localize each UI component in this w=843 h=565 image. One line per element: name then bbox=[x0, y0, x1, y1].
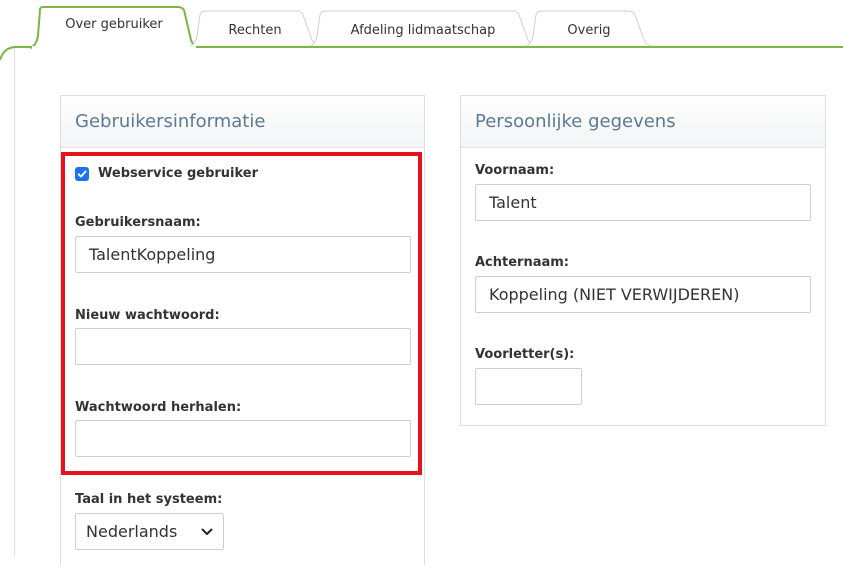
repeat-password-input[interactable] bbox=[75, 420, 411, 457]
webservice-user-row[interactable]: Webservice gebruiker bbox=[75, 166, 258, 181]
tab-afdeling-lidmaatschap-label: Afdeling lidmaatschap bbox=[350, 22, 496, 38]
tab-rechten-label: Rechten bbox=[228, 22, 282, 38]
initials-input[interactable] bbox=[475, 368, 582, 405]
webservice-user-checkbox[interactable] bbox=[75, 166, 89, 181]
last-name-label: Achternaam: bbox=[475, 255, 570, 270]
check-icon bbox=[77, 170, 87, 177]
tab-afdeling-lidmaatschap[interactable]: Afdeling lidmaatschap bbox=[309, 10, 537, 48]
tab-over-gebruiker[interactable]: Over gebruiker bbox=[29, 6, 199, 50]
tab-over-gebruiker-label: Over gebruiker bbox=[65, 16, 163, 32]
username-label: Gebruikersnaam: bbox=[75, 215, 201, 230]
language-select[interactable]: Nederlands bbox=[75, 513, 224, 550]
new-password-label: Nieuw wachtwoord: bbox=[75, 308, 220, 323]
tab-overig[interactable]: Overig bbox=[525, 10, 653, 48]
username-input[interactable] bbox=[75, 236, 411, 273]
first-name-input[interactable] bbox=[475, 184, 811, 221]
initials-label: Voorletter(s): bbox=[475, 347, 575, 362]
content-left-border bbox=[14, 48, 15, 556]
user-info-panel-title: Gebruikersinformatie bbox=[61, 96, 424, 148]
language-label: Taal in het systeem: bbox=[75, 492, 223, 507]
chevron-down-icon bbox=[201, 528, 213, 536]
repeat-password-label: Wachtwoord herhalen: bbox=[75, 400, 242, 415]
tab-overig-label: Overig bbox=[567, 22, 611, 38]
tab-rechten[interactable]: Rechten bbox=[189, 10, 321, 48]
first-name-label: Voornaam: bbox=[475, 163, 555, 178]
tab-bar: Over gebruiker Rechten Afdeling lidmaats… bbox=[0, 0, 843, 60]
webservice-user-label: Webservice gebruiker bbox=[98, 166, 259, 181]
new-password-input[interactable] bbox=[75, 328, 411, 365]
last-name-input[interactable] bbox=[475, 276, 811, 313]
language-select-value: Nederlands bbox=[86, 522, 178, 541]
personal-details-panel-title: Persoonlijke gegevens bbox=[461, 96, 825, 148]
